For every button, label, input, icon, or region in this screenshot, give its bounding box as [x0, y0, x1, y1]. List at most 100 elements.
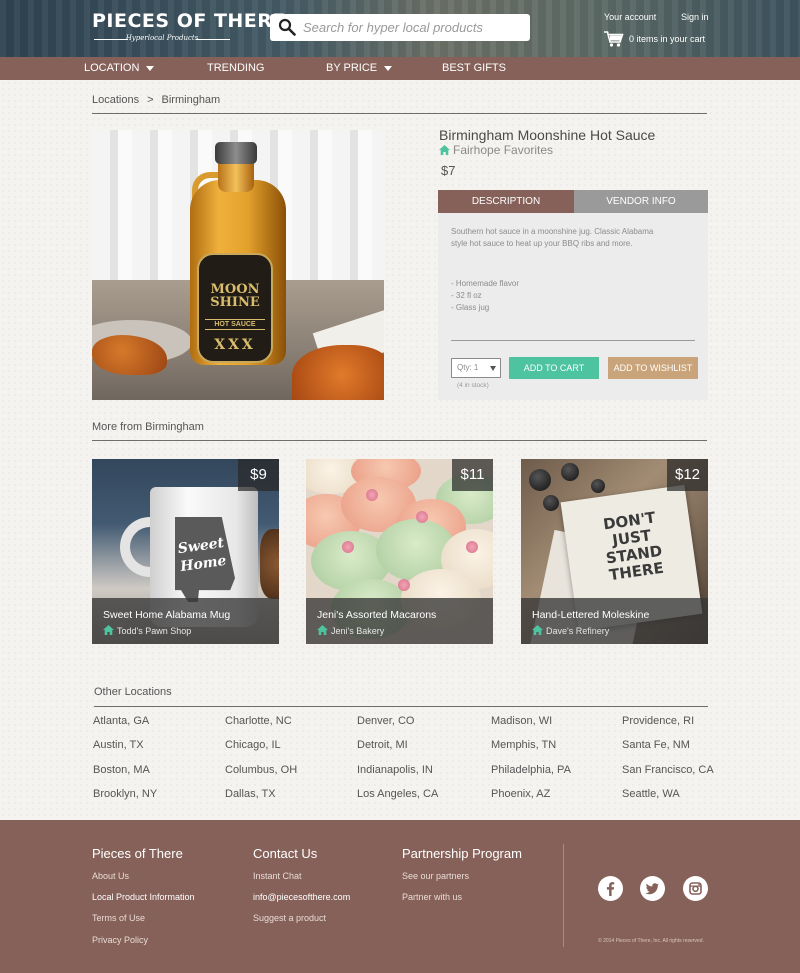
- feature-item: - Homemade flavor: [451, 279, 520, 288]
- image-knob: [543, 495, 559, 511]
- product-card-vendor: Jeni's Bakery: [317, 625, 384, 636]
- search-input[interactable]: [303, 14, 525, 41]
- site-header: PIECES OF THERE Hyperlocal Products Your…: [0, 0, 800, 57]
- location-link[interactable]: Chicago, IL: [225, 739, 281, 751]
- tab-description[interactable]: DESCRIPTION: [438, 190, 574, 213]
- facebook-icon[interactable]: [598, 876, 623, 901]
- location-link[interactable]: Dallas, TX: [225, 788, 276, 800]
- footer-link-partners[interactable]: See our partners: [402, 871, 469, 881]
- location-link[interactable]: Santa Fe, NM: [622, 739, 690, 751]
- image-knob: [591, 479, 605, 493]
- site-footer: Pieces of There About Us Local Product I…: [0, 820, 800, 973]
- location-link[interactable]: Indianapolis, IN: [357, 764, 433, 776]
- breadcrumb-locations[interactable]: Locations: [92, 94, 139, 106]
- image-knob: [561, 463, 579, 481]
- footer-link-chat[interactable]: Instant Chat: [253, 871, 302, 881]
- product-card-caption: Hand-Lettered Moleskine Dave's Refinery: [521, 598, 708, 644]
- nav-best-gifts-label: BEST GIFTS: [442, 62, 506, 74]
- add-to-wishlist-button[interactable]: ADD TO WISHLIST: [608, 357, 698, 379]
- breadcrumb: Locations > Birmingham: [92, 94, 220, 106]
- footer-link-suggest[interactable]: Suggest a product: [253, 913, 326, 923]
- footer-link-email[interactable]: info@piecesofthere.com: [253, 892, 350, 902]
- caret-down-icon: [384, 65, 393, 71]
- search-icon[interactable]: [278, 18, 296, 36]
- search-bar: [270, 14, 530, 41]
- location-link[interactable]: Austin, TX: [93, 739, 144, 751]
- product-vendor[interactable]: Fairhope Favorites: [439, 143, 553, 157]
- location-link[interactable]: Madison, WI: [491, 715, 552, 727]
- location-link[interactable]: Providence, RI: [622, 715, 694, 727]
- product-card-vendor: Todd's Pawn Shop: [103, 625, 191, 636]
- product-card-price: $9: [238, 459, 279, 491]
- product-card-caption: Sweet Home Alabama Mug Todd's Pawn Shop: [92, 598, 279, 644]
- home-icon: [103, 625, 114, 635]
- quantity-select[interactable]: Qty: 1: [451, 358, 501, 378]
- footer-link-product-info[interactable]: Local Product Information: [92, 892, 195, 902]
- signin-link[interactable]: Sign in: [681, 12, 709, 22]
- sugar-rose: [366, 489, 378, 501]
- product-image: MOON SHINE HOT SAUCE XXX: [92, 130, 384, 400]
- location-link[interactable]: Brooklyn, NY: [93, 788, 157, 800]
- product-card[interactable]: $11 Jeni's Assorted Macarons Jeni's Bake…: [306, 459, 493, 644]
- product-detail-panel: DESCRIPTION VENDOR INFO Southern hot sau…: [438, 190, 708, 400]
- instagram-icon[interactable]: [683, 876, 708, 901]
- product-card-vendor: Dave's Refinery: [532, 625, 609, 636]
- location-link[interactable]: San Francisco, CA: [622, 764, 714, 776]
- product-card-price: $12: [667, 459, 708, 491]
- breadcrumb-current: Birmingham: [161, 94, 221, 106]
- divider: [94, 706, 708, 707]
- location-link[interactable]: Detroit, MI: [357, 739, 408, 751]
- product-card-title: Sweet Home Alabama Mug: [103, 609, 231, 621]
- tab-vendor-info[interactable]: VENDOR INFO: [574, 190, 708, 213]
- product-card-title: Hand-Lettered Moleskine: [532, 609, 650, 621]
- nav-best-gifts[interactable]: BEST GIFTS: [442, 57, 506, 80]
- footer-link-about[interactable]: About Us: [92, 871, 129, 881]
- twitter-icon[interactable]: [640, 876, 665, 901]
- add-to-cart-button[interactable]: ADD TO CART: [509, 357, 599, 379]
- location-link[interactable]: Columbus, OH: [225, 764, 297, 776]
- product-card-title: Jeni's Assorted Macarons: [317, 609, 437, 621]
- feature-item: - Glass jug: [451, 303, 490, 312]
- location-link[interactable]: Memphis, TN: [491, 739, 556, 751]
- divider: [92, 113, 707, 114]
- divider: [92, 440, 707, 441]
- location-link[interactable]: Charlotte, NC: [225, 715, 292, 727]
- product-features: - Homemade flavor - 32 fl oz - Glass jug: [451, 278, 519, 314]
- feature-item: - 32 fl oz: [451, 291, 482, 300]
- location-link[interactable]: Atlanta, GA: [93, 715, 149, 727]
- cart-summary[interactable]: 0 items in your cart: [629, 34, 705, 44]
- location-link[interactable]: Denver, CO: [357, 715, 414, 727]
- location-link[interactable]: Boston, MA: [93, 764, 150, 776]
- nav-location-label: LOCATION: [84, 62, 140, 74]
- jug-label-subtitle: HOT SAUCE: [205, 319, 265, 330]
- footer-link-partner-with-us[interactable]: Partner with us: [402, 892, 462, 902]
- nav-trending-label: TRENDING: [207, 62, 265, 74]
- divider: [451, 340, 695, 341]
- location-link[interactable]: Seattle, WA: [622, 788, 680, 800]
- nav-by-price[interactable]: BY PRICE: [326, 57, 393, 80]
- location-link[interactable]: Los Angeles, CA: [357, 788, 438, 800]
- product-description: Southern hot sauce in a moonshine jug. C…: [451, 227, 654, 248]
- product-vendor-name: Fairhope Favorites: [453, 143, 554, 157]
- image-knob: [529, 469, 551, 491]
- breadcrumb-separator: >: [147, 94, 154, 106]
- site-logo[interactable]: PIECES OF THERE Hyperlocal Products: [92, 10, 286, 42]
- copyright-text: © 2014 Pieces of There, Inc. All rights …: [598, 938, 704, 944]
- nav-by-price-label: BY PRICE: [326, 62, 378, 74]
- home-icon: [532, 625, 543, 635]
- main-nav: LOCATION TRENDING BY PRICE BEST GIFTS: [0, 57, 800, 80]
- product-card[interactable]: DON'T JUST STAND THERE $12 Hand-Lettered…: [521, 459, 708, 644]
- nav-location[interactable]: LOCATION: [84, 57, 155, 80]
- quantity-value: Qty: 1: [457, 363, 479, 372]
- footer-link-privacy[interactable]: Privacy Policy: [92, 935, 148, 945]
- location-link[interactable]: Phoenix, AZ: [491, 788, 550, 800]
- logo-title: PIECES OF THERE: [92, 10, 286, 32]
- nav-trending[interactable]: TRENDING: [207, 57, 264, 80]
- location-link[interactable]: Philadelphia, PA: [491, 764, 571, 776]
- account-link[interactable]: Your account: [604, 12, 656, 22]
- footer-link-terms[interactable]: Terms of Use: [92, 913, 145, 923]
- cart-icon[interactable]: [604, 31, 624, 47]
- section-title: More from Birmingham: [92, 421, 204, 433]
- jug-label-xxx: XXX: [214, 337, 256, 353]
- product-card[interactable]: Sweet Home $9 Sweet Home Alabama Mug Todd…: [92, 459, 279, 644]
